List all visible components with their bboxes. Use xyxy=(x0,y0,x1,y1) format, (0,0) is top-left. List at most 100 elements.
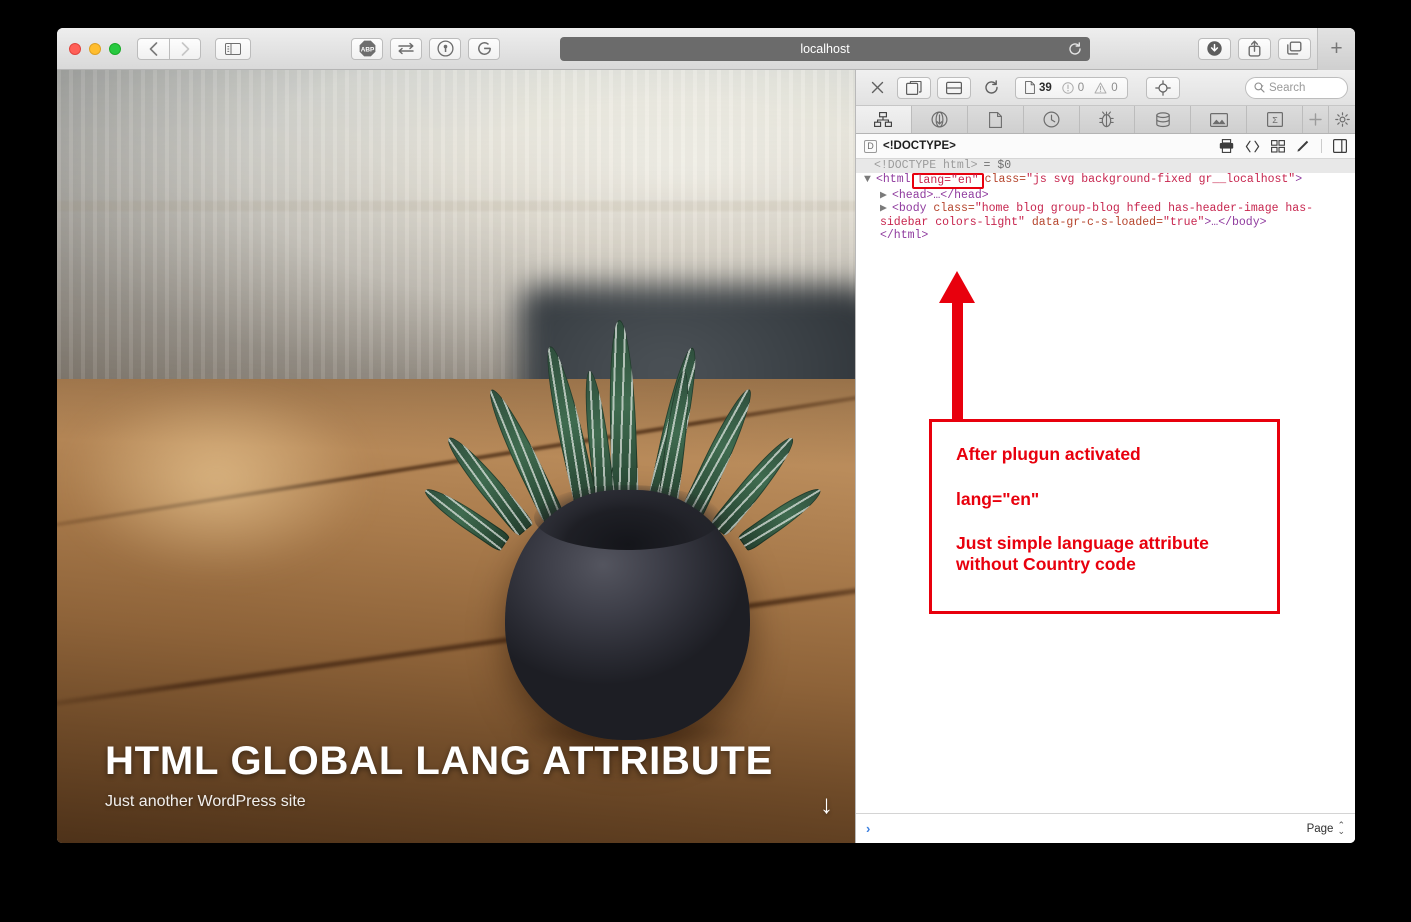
console-prompt-chevron-icon[interactable]: › xyxy=(866,821,870,836)
dom-row-doctype[interactable]: <!DOCTYPE html> = $0 xyxy=(856,159,1355,173)
toolbar-right-buttons xyxy=(1198,37,1311,60)
html-class-attr-name: class= xyxy=(984,172,1027,186)
dock-bottom-icon[interactable] xyxy=(937,76,971,99)
new-tab-label: + xyxy=(1330,37,1343,60)
minimize-window-button[interactable] xyxy=(89,42,101,55)
forward-button[interactable] xyxy=(169,37,201,60)
scroll-down-arrow-icon[interactable]: ↓ xyxy=(820,791,833,817)
tab-resources[interactable] xyxy=(968,106,1024,133)
doctype-text: <!DOCTYPE html> xyxy=(874,159,978,172)
close-inspector-button[interactable] xyxy=(863,77,891,99)
address-bar[interactable]: localhost xyxy=(560,36,1090,61)
share-icon[interactable] xyxy=(1238,37,1271,60)
page-title: HTML GLOBAL LANG ATTRIBUTE xyxy=(105,739,774,783)
doctype-badge: D xyxy=(864,139,877,153)
tab-elements[interactable] xyxy=(856,106,912,133)
print-styles-icon[interactable] xyxy=(1219,139,1234,153)
dom-row-head[interactable]: ▶ <head>…</head> xyxy=(856,189,1355,203)
inspector-tab-bar: Σ xyxy=(856,106,1355,134)
html-tag-open: <html xyxy=(876,172,911,186)
navigation-buttons xyxy=(137,37,201,60)
web-inspector-panel: 39 0 0 Search Σ D <!DOCTYPE> <!DOCTYPE h… xyxy=(855,70,1355,843)
tab-graphics[interactable] xyxy=(1191,106,1248,133)
selected-node-variable: = $0 xyxy=(983,159,1012,172)
disclosure-triangle-closed-icon[interactable]: ▶ xyxy=(880,189,892,203)
dom-row-html[interactable]: ▼ <html lang="en" class= "js svg backgrou… xyxy=(856,172,1355,189)
reload-inspector-icon[interactable] xyxy=(977,77,1005,99)
body-class-attr-name: class= xyxy=(933,202,975,216)
page-context-label: Page xyxy=(1306,822,1334,835)
inspector-bottom-bar: › Page ⌃ ⌄ xyxy=(856,813,1355,843)
warning-count-value: 0 xyxy=(1111,81,1118,94)
photo-plant-pot xyxy=(505,485,750,740)
body-data-attr-value: "true" xyxy=(1162,215,1205,229)
grid-overlay-icon[interactable] xyxy=(1271,139,1285,153)
back-button[interactable] xyxy=(137,37,169,60)
sync-arrows-icon[interactable] xyxy=(390,37,422,60)
adblock-plus-icon[interactable]: ABP xyxy=(351,37,383,60)
toolbar-divider xyxy=(1321,139,1322,153)
tab-storage[interactable] xyxy=(1135,106,1192,133)
breadcrumb-item-doctype[interactable]: <!DOCTYPE> xyxy=(883,140,956,152)
extension-buttons: ABP xyxy=(351,37,500,60)
annotation-line-3: Just simple language attribute without C… xyxy=(956,533,1209,574)
dom-row-html-close[interactable]: </html> xyxy=(856,229,1355,243)
reload-icon[interactable] xyxy=(1068,41,1082,56)
tab-overview-icon[interactable] xyxy=(1278,37,1311,60)
body-tag-close: >…</body> xyxy=(1204,215,1267,229)
html-class-attr-value: "js svg background-fixed gr__localhost" xyxy=(1026,172,1296,186)
disclosure-triangle-closed-icon[interactable]: ▶ xyxy=(880,202,892,216)
tab-debugger[interactable] xyxy=(1080,106,1136,133)
page-context-selector[interactable]: Page ⌃ ⌄ xyxy=(1306,821,1345,835)
dock-right-icon[interactable] xyxy=(897,76,931,99)
ghostery-icon[interactable] xyxy=(468,37,500,60)
head-node-text: <head>…</head> xyxy=(892,188,989,202)
onepassword-icon[interactable] xyxy=(429,37,461,60)
dom-row-body[interactable]: ▶ <body class="home blog group-blog hfeed… xyxy=(856,202,1355,229)
annotation-line-1: After plugun activated xyxy=(956,444,1141,464)
sidebar-toggle-button[interactable] xyxy=(215,37,251,60)
warning-count[interactable]: 0 xyxy=(1094,81,1118,94)
new-tab-button[interactable]: + xyxy=(1317,28,1355,70)
tab-console[interactable]: Σ xyxy=(1247,106,1303,133)
browser-titlebar: ABP localhost + xyxy=(57,28,1355,70)
inspect-element-crosshair-icon[interactable] xyxy=(1145,76,1180,99)
svg-text:Σ: Σ xyxy=(1272,116,1278,126)
tab-settings-gear-icon[interactable] xyxy=(1329,106,1355,133)
tab-timelines[interactable] xyxy=(1024,106,1080,133)
traffic-lights xyxy=(69,42,121,55)
error-count-value: 0 xyxy=(1077,81,1085,94)
annotation-line-2: lang="en" xyxy=(956,488,1040,509)
hero-text-block: HTML GLOBAL LANG ATTRIBUTE Just another … xyxy=(105,739,773,811)
lang-attribute-highlight: lang="en" xyxy=(911,172,984,189)
inspector-toolbar: 39 0 0 Search xyxy=(856,70,1355,106)
html-close-tag: </html> xyxy=(880,229,929,243)
web-page-viewport[interactable]: HTML GLOBAL LANG ATTRIBUTE Just another … xyxy=(57,70,855,843)
error-count[interactable]: 0 xyxy=(1062,82,1084,94)
chevron-updown-icon[interactable]: ⌃ ⌄ xyxy=(1337,821,1345,835)
pencil-edit-icon[interactable] xyxy=(1296,140,1310,153)
photo-light-glow xyxy=(57,348,425,612)
svg-text:ABP: ABP xyxy=(360,46,374,53)
resource-counters: 39 0 0 xyxy=(1015,76,1128,99)
annotation-box: After plugun activated lang="en" Just si… xyxy=(929,419,1280,614)
dom-tree-view[interactable]: <!DOCTYPE html> = $0 ▼ <html lang="en" c… xyxy=(856,159,1355,813)
breadcrumb: D <!DOCTYPE> xyxy=(856,134,1355,159)
resource-count[interactable]: 39 xyxy=(1025,81,1052,94)
body-data-attr-name: data-gr-c-s-loaded= xyxy=(1031,215,1163,229)
disclosure-triangle-open-icon[interactable]: ▼ xyxy=(864,173,876,189)
html-tag-close: > xyxy=(1295,172,1303,186)
downloads-icon[interactable] xyxy=(1198,37,1231,60)
annotation-arrow-stem xyxy=(952,299,963,424)
zoom-window-button[interactable] xyxy=(109,42,121,55)
lang-attribute-text: lang="en" xyxy=(916,173,979,187)
code-view-icon[interactable] xyxy=(1245,140,1260,153)
tab-add-button[interactable] xyxy=(1303,106,1329,133)
tab-network[interactable] xyxy=(912,106,968,133)
resource-count-value: 39 xyxy=(1039,81,1052,94)
close-window-button[interactable] xyxy=(69,42,81,55)
annotation-arrow-head xyxy=(939,271,975,303)
toggle-details-panel-icon[interactable] xyxy=(1333,139,1347,153)
window-content: HTML GLOBAL LANG ATTRIBUTE Just another … xyxy=(57,70,1355,843)
search-input[interactable]: Search xyxy=(1245,76,1348,99)
